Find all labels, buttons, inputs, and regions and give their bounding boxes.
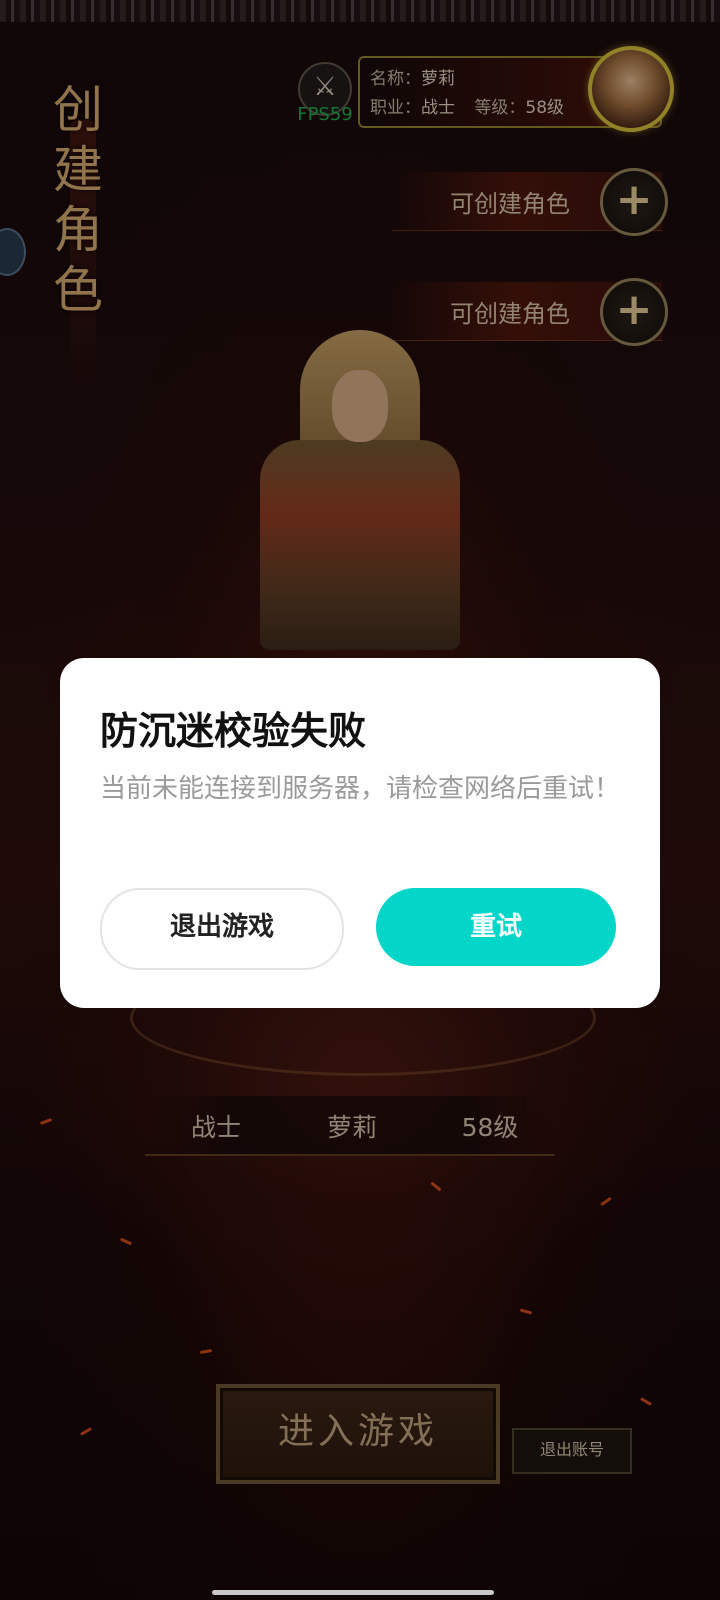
exit-game-button[interactable]: 退出游戏 <box>100 888 344 970</box>
dialog-title: 防沉迷校验失败 <box>100 709 367 753</box>
dialog-message: 当前未能连接到服务器，请检查网络后重试！ <box>100 774 621 804</box>
game-screen: 创 建 角 色 ⚔ FPS59 名称：萝莉 职业：战士 等级：58级 可创建角色… <box>0 0 720 1600</box>
home-indicator[interactable] <box>212 1590 494 1595</box>
anti-addiction-dialog: 防沉迷校验失败 当前未能连接到服务器，请检查网络后重试！ 退出游戏 重试 <box>60 658 660 1008</box>
retry-button[interactable]: 重试 <box>376 888 616 966</box>
